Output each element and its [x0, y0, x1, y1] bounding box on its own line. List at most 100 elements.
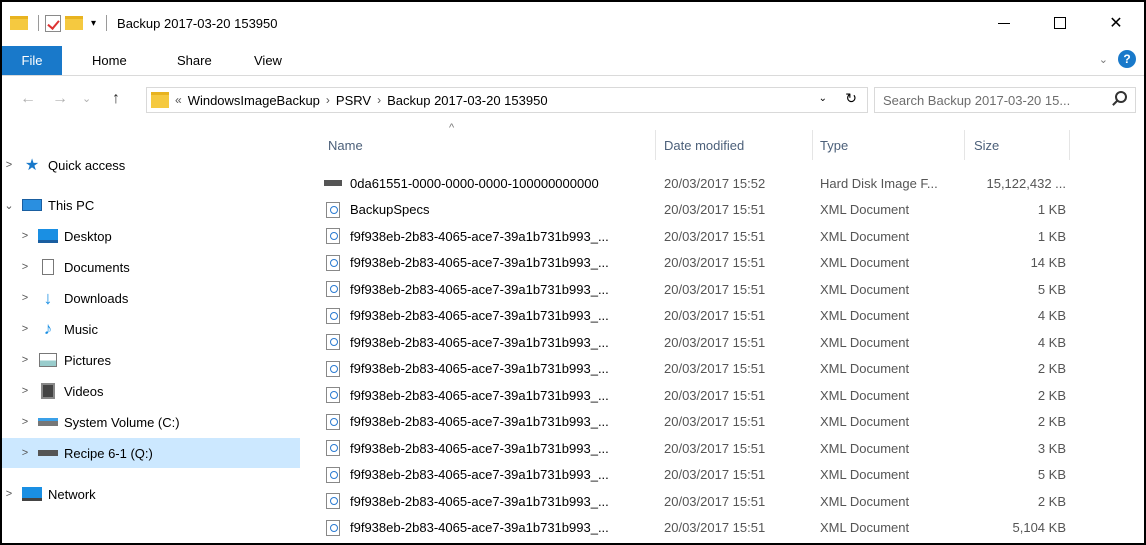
column-divider[interactable] [655, 130, 656, 160]
sidebar-item-videos[interactable]: > Videos [2, 376, 300, 406]
search-icon[interactable] [1115, 91, 1127, 103]
table-row[interactable]: f9f938eb-2b83-4065-ace7-39a1b731b993_...… [324, 515, 1084, 541]
expand-icon[interactable]: > [2, 159, 16, 171]
sidebar-item-recipe-drive[interactable]: > Recipe 6-1 (Q:) [2, 438, 300, 468]
collapse-icon[interactable]: ⌄ [2, 199, 16, 212]
sidebar-item-label: Network [48, 486, 96, 502]
music-icon: ♪ [43, 319, 53, 338]
file-date: 20/03/2017 15:51 [664, 202, 766, 217]
search-box[interactable]: Search Backup 2017-03-20 15... [874, 87, 1136, 113]
forward-icon[interactable]: → [52, 90, 68, 108]
explorer-window: ▾ Backup 2017-03-20 153950 ✕ File Home S… [0, 0, 1146, 545]
back-icon[interactable]: ← [20, 90, 36, 108]
column-header-size[interactable]: Size [974, 122, 999, 168]
overflow-icon[interactable]: « [175, 93, 182, 107]
sidebar-item-network[interactable]: > Network [2, 479, 300, 509]
network-icon [22, 485, 42, 503]
ribbon-right: ⌄ ? [1099, 50, 1136, 68]
maximize-button[interactable] [1032, 2, 1088, 44]
sidebar-item-documents[interactable]: > Documents [2, 252, 300, 282]
ribbon-tabs: File Home Share View ⌄ ? [2, 46, 1144, 76]
table-row[interactable]: f9f938eb-2b83-4065-ace7-39a1b731b993_...… [324, 356, 1084, 382]
sidebar-item-desktop[interactable]: > Desktop [2, 221, 300, 251]
refresh-icon[interactable]: ↻ [845, 90, 857, 107]
expand-ribbon-icon[interactable]: ⌄ [1099, 53, 1108, 66]
expand-icon[interactable]: > [2, 488, 16, 500]
xml-icon [324, 439, 342, 457]
expand-icon[interactable]: > [18, 354, 32, 366]
file-size: 15,122,432 ... [986, 175, 1066, 191]
column-divider[interactable] [964, 130, 965, 160]
properties-icon[interactable] [45, 14, 61, 32]
sidebar-item-downloads[interactable]: > ↓ Downloads [2, 283, 300, 313]
expand-icon[interactable]: > [18, 323, 32, 335]
file-type: XML Document [820, 467, 910, 482]
xml-icon [324, 280, 342, 298]
breadcrumb-separator-icon[interactable]: › [377, 93, 381, 107]
sidebar-item-this-pc[interactable]: ⌄ This PC [2, 190, 300, 220]
tab-file[interactable]: File [2, 46, 62, 75]
table-row[interactable]: f9f938eb-2b83-4065-ace7-39a1b731b993_...… [324, 329, 1084, 355]
file-type: XML Document [820, 414, 910, 429]
table-row[interactable]: f9f938eb-2b83-4065-ace7-39a1b731b993_...… [324, 303, 1084, 329]
table-row[interactable]: f9f938eb-2b83-4065-ace7-39a1b731b993_...… [324, 276, 1084, 302]
file-name: f9f938eb-2b83-4065-ace7-39a1b731b993_... [350, 493, 609, 509]
table-row[interactable]: BackupSpecs 20/03/2017 15:51 XML Document 1… [324, 197, 1084, 223]
xml-icon [324, 466, 342, 484]
help-icon[interactable]: ? [1118, 50, 1136, 68]
breadcrumb-current[interactable]: Backup 2017-03-20 153950 [387, 93, 547, 108]
table-row[interactable]: 0da61551-0000-0000-0000-100000000000 20/0… [324, 170, 1084, 196]
file-type: XML Document [820, 308, 910, 323]
close-button[interactable]: ✕ [1088, 2, 1144, 44]
customize-toolbar-icon[interactable]: ▾ [91, 18, 96, 29]
table-row[interactable]: f9f938eb-2b83-4065-ace7-39a1b731b993_...… [324, 223, 1084, 249]
tab-share[interactable]: Share [177, 46, 212, 75]
sidebar-item-music[interactable]: > ♪ Music [2, 314, 300, 344]
file-name: f9f938eb-2b83-4065-ace7-39a1b731b993_... [350, 440, 609, 456]
table-row[interactable]: f9f938eb-2b83-4065-ace7-39a1b731b993_...… [324, 435, 1084, 461]
column-header-name[interactable]: Name [328, 122, 363, 168]
up-icon[interactable]: ↑ [112, 90, 120, 108]
table-row[interactable]: f9f938eb-2b83-4065-ace7-39a1b731b993_...… [324, 382, 1084, 408]
breadcrumb-windowsimagebackup[interactable]: WindowsImageBackup [188, 93, 320, 108]
breadcrumb-psrv[interactable]: PSRV [336, 93, 371, 108]
column-header-date[interactable]: Date modified [664, 122, 744, 168]
sidebar-item-pictures[interactable]: > Pictures [2, 345, 300, 375]
expand-icon[interactable]: > [18, 261, 32, 273]
address-dropdown-icon[interactable]: ⌄ [819, 93, 827, 104]
table-row[interactable]: f9f938eb-2b83-4065-ace7-39a1b731b993_...… [324, 250, 1084, 276]
column-divider[interactable] [812, 130, 813, 160]
window-controls: ✕ [976, 2, 1144, 44]
expand-icon[interactable]: > [18, 385, 32, 397]
table-row[interactable]: f9f938eb-2b83-4065-ace7-39a1b731b993_...… [324, 488, 1084, 514]
xml-icon [324, 519, 342, 537]
expand-icon[interactable]: > [18, 292, 32, 304]
minimize-button[interactable] [976, 2, 1032, 44]
title-bar: ▾ Backup 2017-03-20 153950 ✕ [2, 2, 1144, 44]
breadcrumb-separator-icon[interactable]: › [326, 93, 330, 107]
expand-icon[interactable]: > [18, 447, 32, 459]
desktop-icon [38, 227, 58, 245]
recent-locations-icon[interactable]: ⌄ [82, 92, 91, 105]
tab-view[interactable]: View [254, 46, 282, 75]
column-header-type[interactable]: Type [820, 122, 848, 168]
address-bar[interactable]: « WindowsImageBackup › PSRV › Backup 201… [146, 87, 868, 113]
tab-home[interactable]: Home [92, 46, 127, 75]
sidebar-item-system-volume[interactable]: > System Volume (C:) [2, 407, 300, 437]
file-type: XML Document [820, 440, 910, 456]
xml-icon [324, 413, 342, 431]
new-folder-icon[interactable] [65, 16, 83, 30]
sidebar-item-label: Quick access [48, 157, 126, 173]
file-date: 20/03/2017 15:51 [664, 281, 766, 297]
table-row[interactable]: f9f938eb-2b83-4065-ace7-39a1b731b993_...… [324, 462, 1084, 488]
sidebar-item-quick-access[interactable]: > ★ Quick access [2, 150, 300, 180]
file-size: 3 KB [1037, 440, 1066, 456]
expand-icon[interactable]: > [18, 230, 32, 242]
table-row[interactable]: f9f938eb-2b83-4065-ace7-39a1b731b993_...… [324, 409, 1084, 435]
file-type: XML Document [820, 228, 910, 244]
file-date: 20/03/2017 15:51 [664, 520, 766, 535]
file-size: 4 KB [1037, 308, 1066, 323]
expand-icon[interactable]: > [18, 416, 32, 428]
column-divider[interactable] [1069, 130, 1070, 160]
file-name: f9f938eb-2b83-4065-ace7-39a1b731b993_... [350, 334, 609, 350]
